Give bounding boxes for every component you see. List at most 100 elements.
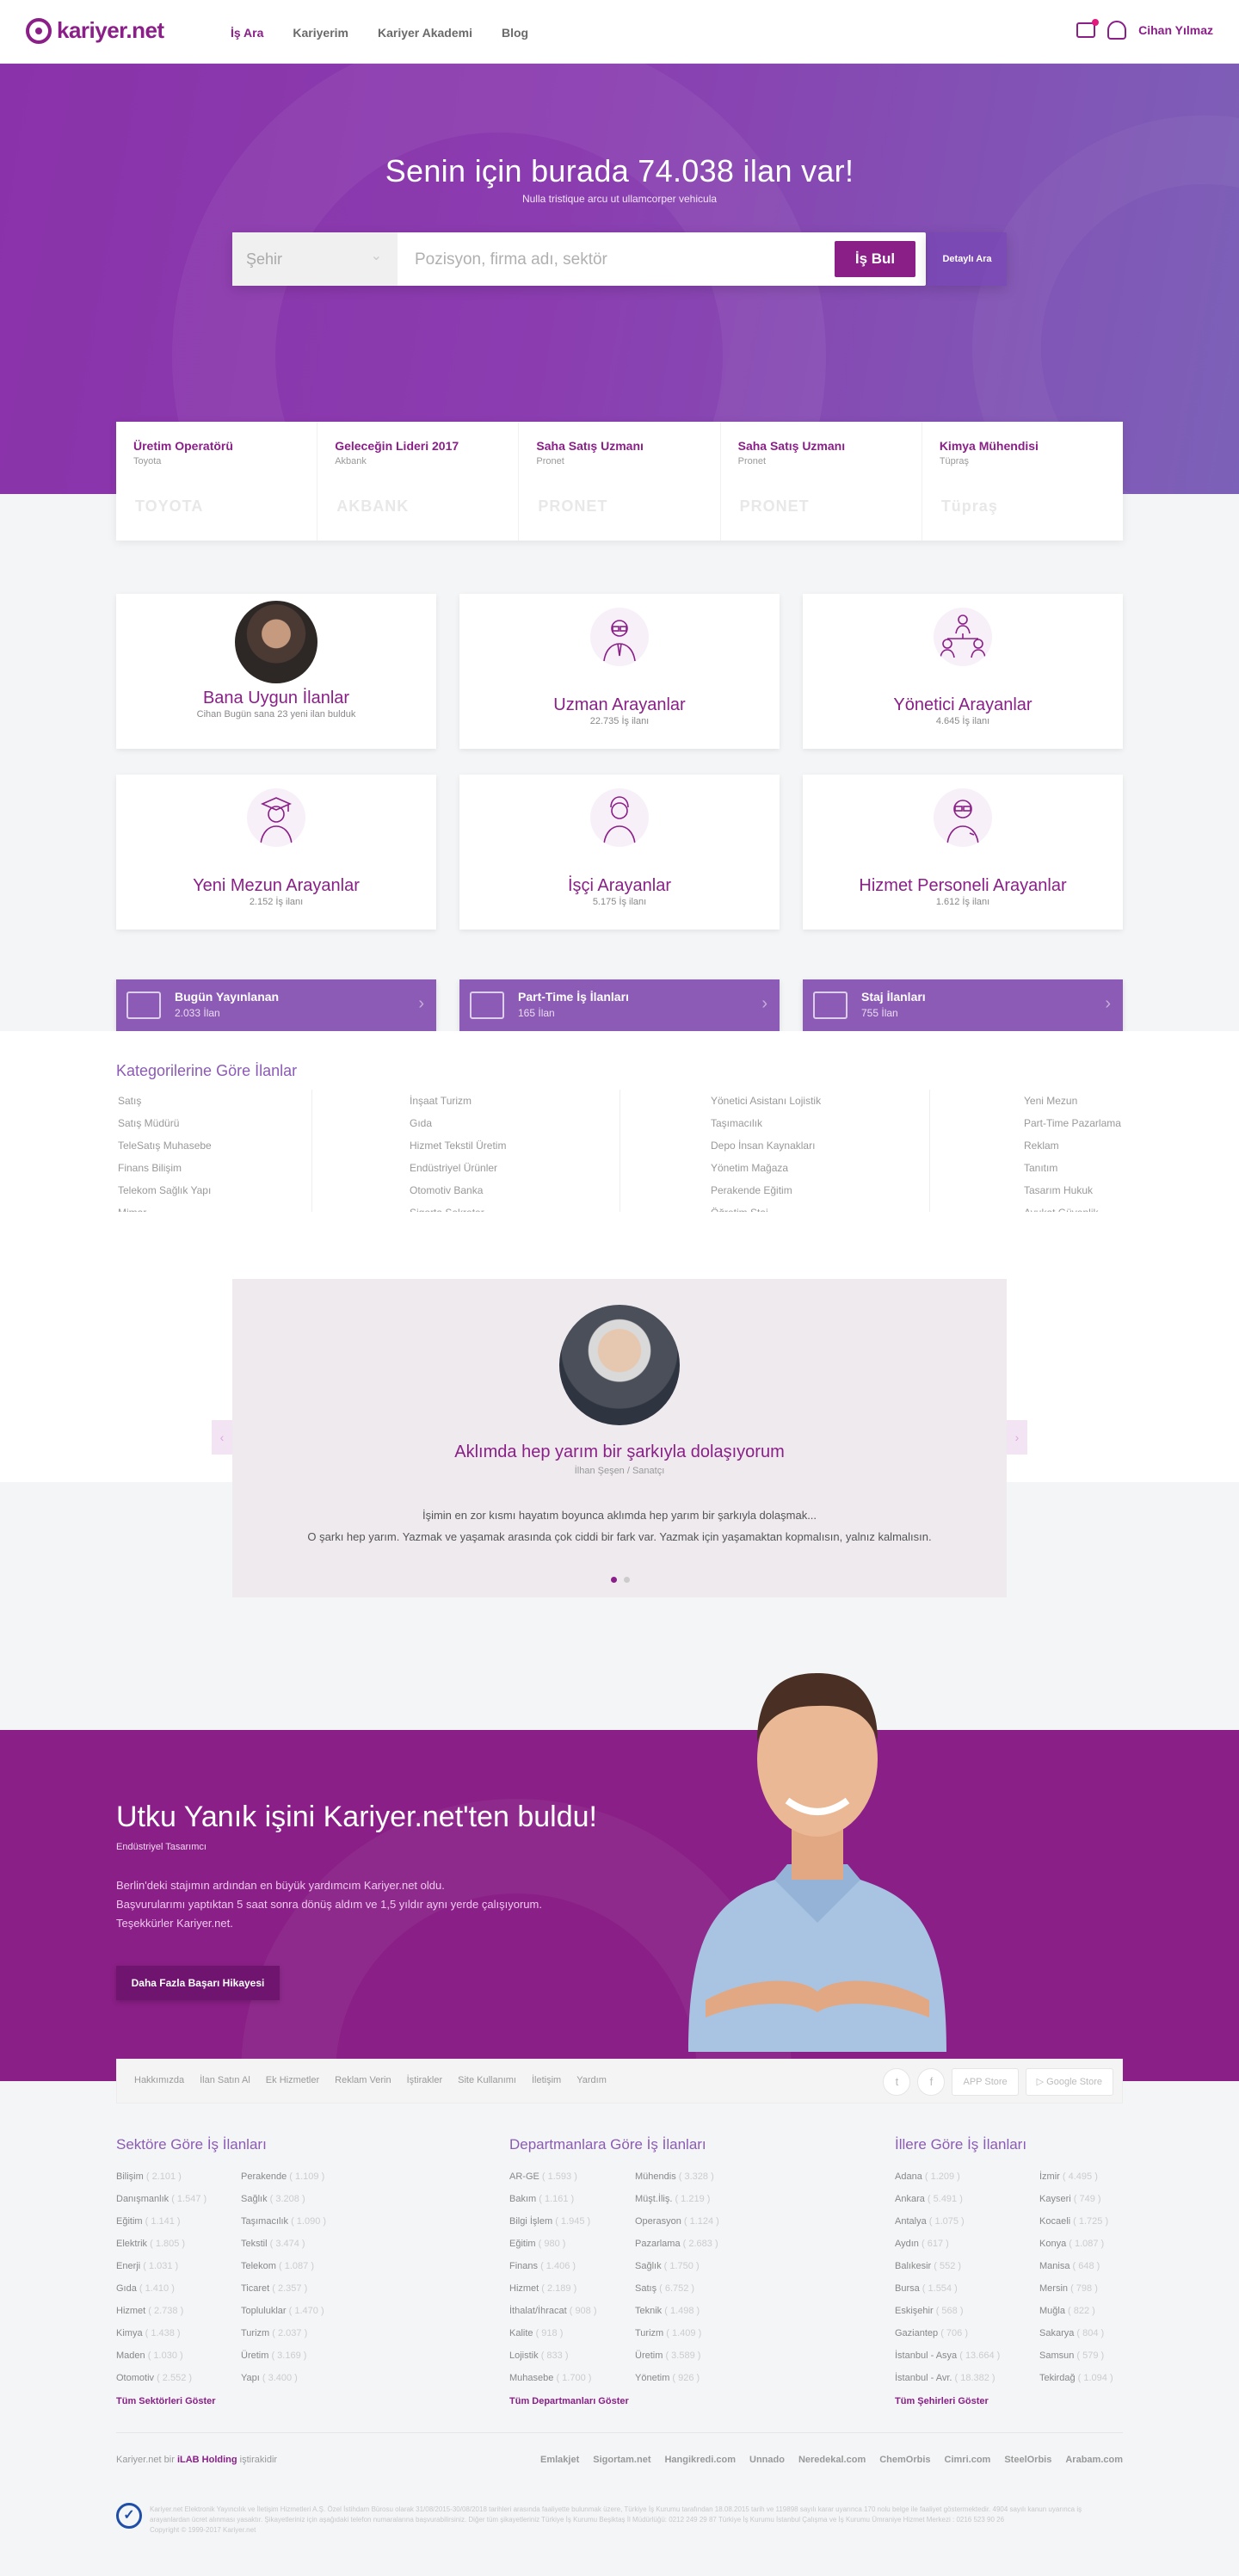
- footer-list-item[interactable]: Turizm ( 2.037 ): [241, 2322, 326, 2344]
- city-select[interactable]: Şehir: [232, 232, 398, 286]
- footer-list-item[interactable]: Sağlık ( 3.208 ): [241, 2188, 326, 2210]
- nav-is-ara[interactable]: İş Ara: [231, 26, 263, 40]
- category-link[interactable]: Reklam: [1024, 1134, 1121, 1157]
- facebook-icon[interactable]: f: [917, 2068, 946, 2096]
- user-name[interactable]: Cihan Yılmaz: [1138, 23, 1213, 37]
- footer-list-item[interactable]: Hizmet ( 2.189 ): [509, 2277, 597, 2300]
- footer-list-item[interactable]: Eğitim ( 980 ): [509, 2233, 597, 2255]
- footer-list-item[interactable]: Samsun ( 579 ): [1039, 2344, 1113, 2367]
- footer-list-item[interactable]: Adana ( 1.209 ): [895, 2165, 1000, 2188]
- category-link[interactable]: Yönetici Asistanı Lojistik: [711, 1090, 821, 1112]
- featured-job[interactable]: Üretim Operatörü Toyota TOYOTA: [116, 422, 318, 541]
- footer-list-item[interactable]: Bakım ( 1.161 ): [509, 2188, 597, 2210]
- footer-list-item[interactable]: Aydın ( 617 ): [895, 2233, 1000, 2255]
- category-link[interactable]: Tanıtım: [1024, 1157, 1121, 1179]
- nav-kariyer-akademi[interactable]: Kariyer Akademi: [378, 26, 472, 40]
- find-job-button[interactable]: İş Bul: [835, 241, 915, 277]
- category-link[interactable]: TeleSatış Muhasebe: [118, 1134, 212, 1157]
- footer-link[interactable]: İştirakler: [407, 2075, 443, 2085]
- footer-list-item[interactable]: Pazarlama ( 2.683 ): [635, 2233, 719, 2255]
- footer-list-item[interactable]: Mersin ( 798 ): [1039, 2277, 1113, 2300]
- partner-link[interactable]: ChemOrbis: [879, 2455, 930, 2465]
- partner-link[interactable]: Cimri.com: [945, 2455, 991, 2465]
- category-link[interactable]: İnşaat Turizm: [410, 1090, 506, 1112]
- all-cities-link[interactable]: Tüm Şehirleri Göster: [895, 2396, 989, 2406]
- footer-list-item[interactable]: Enerji ( 1.031 ): [116, 2255, 206, 2277]
- card-hizmet-personeli[interactable]: Hizmet Personeli Arayanlar 1.612 İş ilan…: [803, 775, 1123, 930]
- footer-link[interactable]: Site Kullanımı: [458, 2075, 516, 2085]
- nav-kariyerim[interactable]: Kariyerim: [293, 26, 348, 40]
- category-link[interactable]: Perakende Eğitim: [711, 1179, 821, 1202]
- bar-staj[interactable]: Staj İlanları 755 İlan ›: [803, 979, 1123, 1031]
- category-link[interactable]: Endüstriyel Ürünler: [410, 1157, 506, 1179]
- category-link[interactable]: Finans Bilişim: [118, 1157, 212, 1179]
- category-link[interactable]: Taşımacılık: [711, 1112, 821, 1134]
- footer-list-item[interactable]: Antalya ( 1.075 ): [895, 2210, 1000, 2233]
- footer-list-item[interactable]: Eskişehir ( 568 ): [895, 2300, 1000, 2322]
- nav-blog[interactable]: Blog: [502, 26, 528, 40]
- footer-list-item[interactable]: İzmir ( 4.495 ): [1039, 2165, 1113, 2188]
- bar-part-time[interactable]: Part-Time İş İlanları 165 İlan ›: [459, 979, 780, 1031]
- category-link[interactable]: Satış Müdürü: [118, 1112, 212, 1134]
- card-isci[interactable]: İşçi Arayanlar 5.175 İş ilanı: [459, 775, 780, 930]
- carousel-prev-button[interactable]: ‹: [212, 1420, 232, 1455]
- all-departments-link[interactable]: Tüm Departmanları Göster: [509, 2396, 629, 2406]
- search-input[interactable]: Pozisyon, firma adı, sektör: [415, 250, 607, 269]
- footer-list-item[interactable]: Kalite ( 918 ): [509, 2322, 597, 2344]
- footer-list-item[interactable]: Üretim ( 3.169 ): [241, 2344, 326, 2367]
- category-link[interactable]: Satış: [118, 1090, 212, 1112]
- footer-list-item[interactable]: Telekom ( 1.087 ): [241, 2255, 326, 2277]
- footer-link[interactable]: İlan Satın Al: [200, 2075, 250, 2085]
- footer-list-item[interactable]: Bilişim ( 2.101 ): [116, 2165, 206, 2188]
- footer-list-item[interactable]: Satış ( 6.752 ): [635, 2277, 719, 2300]
- card-bana-uygun[interactable]: Bana Uygun İlanlar Cihan Bugün sana 23 y…: [116, 594, 436, 749]
- footer-list-item[interactable]: Perakende ( 1.109 ): [241, 2165, 326, 2188]
- partner-link[interactable]: Neredekal.com: [798, 2455, 866, 2465]
- footer-link[interactable]: Reklam Verin: [335, 2075, 391, 2085]
- footer-list-item[interactable]: AR-GE ( 1.593 ): [509, 2165, 597, 2188]
- footer-list-item[interactable]: Kocaeli ( 1.725 ): [1039, 2210, 1113, 2233]
- twitter-icon[interactable]: t: [883, 2068, 911, 2096]
- footer-list-item[interactable]: Elektrik ( 1.805 ): [116, 2233, 206, 2255]
- carousel-next-button[interactable]: ›: [1007, 1420, 1027, 1455]
- footer-list-item[interactable]: Manisa ( 648 ): [1039, 2255, 1113, 2277]
- footer-list-item[interactable]: Tekirdağ ( 1.094 ): [1039, 2367, 1113, 2389]
- footer-list-item[interactable]: Teknik ( 1.498 ): [635, 2300, 719, 2322]
- footer-list-item[interactable]: Konya ( 1.087 ): [1039, 2233, 1113, 2255]
- footer-list-item[interactable]: Kimya ( 1.438 ): [116, 2322, 206, 2344]
- app-store-button[interactable]: APP Store: [952, 2068, 1019, 2096]
- footer-list-item[interactable]: Topluluklar ( 1.470 ): [241, 2300, 326, 2322]
- footer-link[interactable]: Yardım: [576, 2075, 607, 2085]
- footer-list-item[interactable]: Turizm ( 1.409 ): [635, 2322, 719, 2344]
- etbis-check-icon[interactable]: ✓: [116, 2503, 142, 2529]
- more-stories-button[interactable]: Daha Fazla Başarı Hikayesi: [116, 1966, 280, 2000]
- footer-list-item[interactable]: Ankara ( 5.491 ): [895, 2188, 1000, 2210]
- footer-list-item[interactable]: Muhasebe ( 1.700 ): [509, 2367, 597, 2389]
- carousel-dot-active[interactable]: [611, 1577, 617, 1583]
- footer-list-item[interactable]: Bursa ( 1.554 ): [895, 2277, 1000, 2300]
- footer-list-item[interactable]: Otomotiv ( 2.552 ): [116, 2367, 206, 2389]
- footer-list-item[interactable]: Eğitim ( 1.141 ): [116, 2210, 206, 2233]
- footer-list-item[interactable]: Balıkesir ( 552 ): [895, 2255, 1000, 2277]
- footer-list-item[interactable]: İthalat/İhracat ( 908 ): [509, 2300, 597, 2322]
- partner-link[interactable]: Hangikredi.com: [664, 2455, 736, 2465]
- card-yonetici[interactable]: Yönetici Arayanlar 4.645 İş ilanı: [803, 594, 1123, 749]
- ilab-holding-link[interactable]: iLAB Holding: [177, 2455, 237, 2465]
- footer-list-item[interactable]: Muğla ( 822 ): [1039, 2300, 1113, 2322]
- category-link[interactable]: Yönetim Mağaza: [711, 1157, 821, 1179]
- footer-list-item[interactable]: Üretim ( 3.589 ): [635, 2344, 719, 2367]
- footer-link[interactable]: Ek Hizmetler: [266, 2075, 319, 2085]
- footer-list-item[interactable]: İstanbul - Asya ( 13.664 ): [895, 2344, 1000, 2367]
- footer-list-item[interactable]: Yapı ( 3.400 ): [241, 2367, 326, 2389]
- featured-job[interactable]: Saha Satış Uzmanı Pronet PRONET: [721, 422, 922, 541]
- footer-list-item[interactable]: İstanbul - Avr. ( 18.382 ): [895, 2367, 1000, 2389]
- footer-list-item[interactable]: Taşımacılık ( 1.090 ): [241, 2210, 326, 2233]
- footer-list-item[interactable]: Gaziantep ( 706 ): [895, 2322, 1000, 2344]
- bar-bugun-yayinlanan[interactable]: Bugün Yayınlanan 2.033 İlan ›: [116, 979, 436, 1031]
- user-icon[interactable]: [1107, 21, 1127, 40]
- category-link[interactable]: Otomotiv Banka: [410, 1179, 506, 1202]
- footer-list-item[interactable]: Müşt.İliş. ( 1.219 ): [635, 2188, 719, 2210]
- footer-list-item[interactable]: Operasyon ( 1.124 ): [635, 2210, 719, 2233]
- featured-job[interactable]: Kimya Mühendisi Tüpraş Tüpraş: [922, 422, 1123, 541]
- partner-link[interactable]: Arabam.com: [1065, 2455, 1123, 2465]
